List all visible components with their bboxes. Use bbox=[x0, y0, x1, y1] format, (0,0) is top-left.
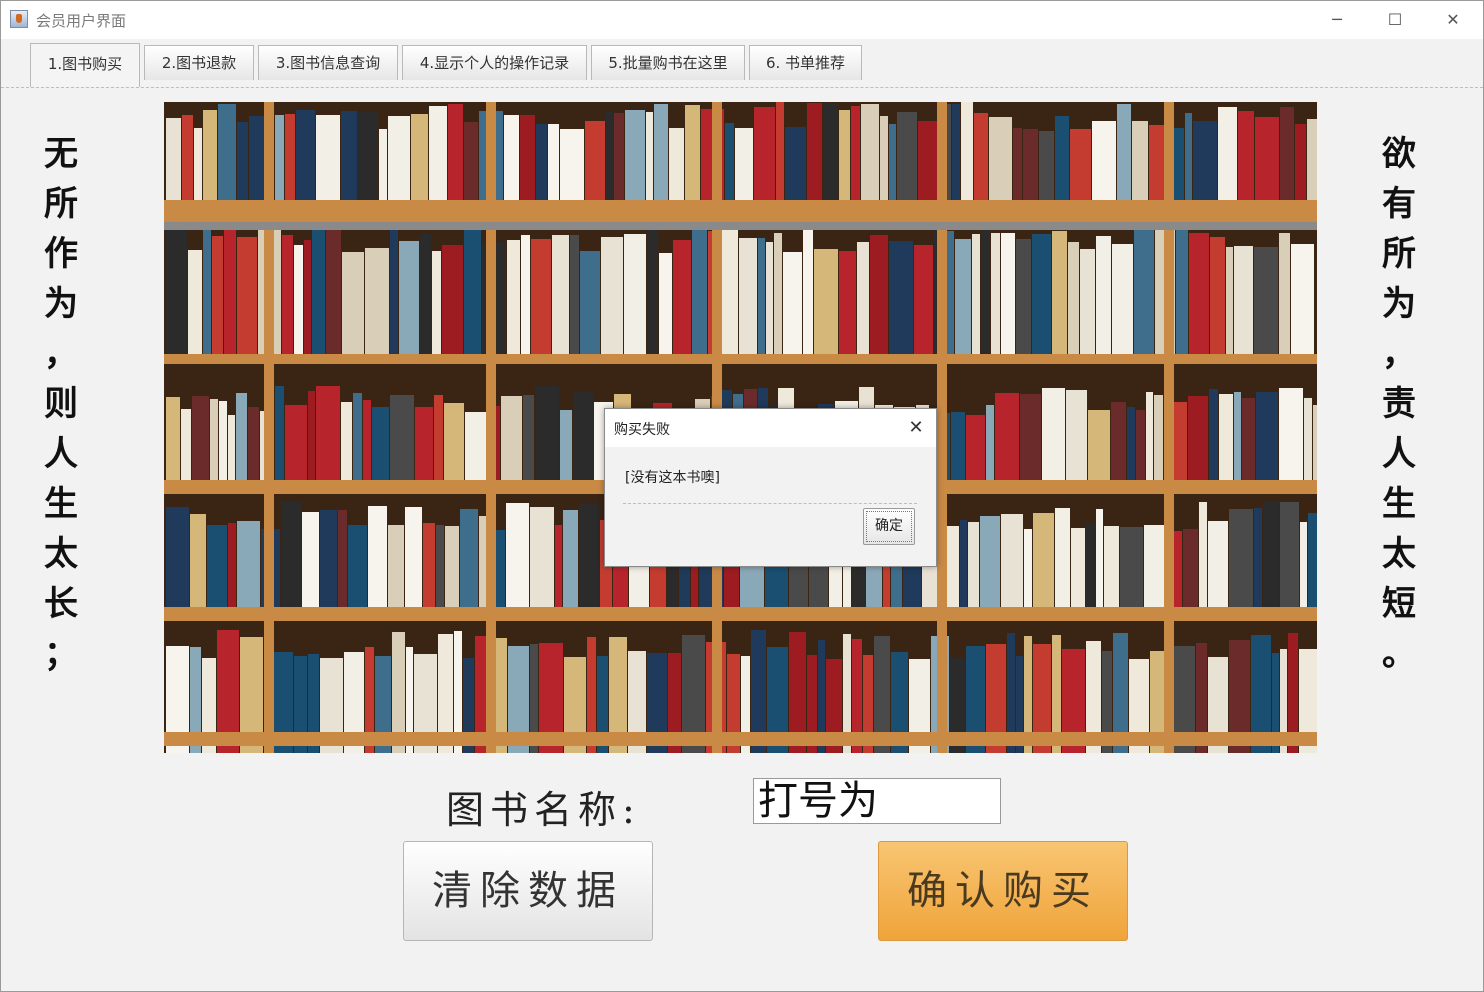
poem-char: 所 bbox=[1382, 234, 1416, 274]
clear-data-button[interactable]: 清除数据 bbox=[403, 841, 653, 941]
close-button[interactable]: ✕ bbox=[1424, 1, 1482, 39]
poem-char: 为 bbox=[1382, 284, 1416, 324]
maximize-button[interactable]: ☐ bbox=[1366, 1, 1424, 39]
tab-book-recommend[interactable]: 6. 书单推荐 bbox=[749, 45, 862, 80]
poem-right: 欲 有 所 为 ， 责 人 生 太 短 。 bbox=[1379, 129, 1419, 679]
confirm-purchase-button[interactable]: 确认购买 bbox=[878, 841, 1128, 941]
poem-char: 欲 bbox=[1382, 134, 1416, 174]
poem-char: 所 bbox=[44, 184, 78, 224]
dialog-ok-button[interactable]: 确定 bbox=[863, 508, 915, 545]
poem-char: ； bbox=[44, 634, 78, 674]
dialog-message: [没有这本书噢] bbox=[625, 470, 720, 486]
poem-char: 长 bbox=[44, 584, 78, 624]
tab-bulk-purchase[interactable]: 5.批量购书在这里 bbox=[591, 45, 745, 80]
poem-char: 则 bbox=[44, 384, 78, 424]
poem-char: 人 bbox=[1382, 434, 1416, 474]
poem-char: 责 bbox=[1382, 384, 1416, 424]
poem-char: 为 bbox=[44, 284, 78, 324]
poem-char: 有 bbox=[1382, 184, 1416, 224]
tab-bar: 1.图书购买 2.图书退款 3.图书信息查询 4.显示个人的操作记录 5.批量购… bbox=[1, 39, 1483, 88]
minimize-button[interactable]: ─ bbox=[1308, 1, 1366, 39]
book-name-label: 图书名称: bbox=[446, 788, 641, 832]
poem-char: 生 bbox=[44, 484, 78, 524]
dialog-title-bar: 购买失败 ✕ bbox=[605, 409, 936, 447]
dialog-close-icon[interactable]: ✕ bbox=[896, 409, 936, 447]
poem-char: 太 bbox=[44, 534, 78, 574]
purchase-failed-dialog: 购买失败 ✕ [没有这本书噢] 确定 bbox=[604, 408, 937, 567]
java-app-icon bbox=[10, 10, 28, 28]
poem-char: 短 bbox=[1382, 584, 1416, 624]
poem-char: 太 bbox=[1382, 534, 1416, 574]
poem-char: ， bbox=[1382, 334, 1416, 374]
poem-char: 人 bbox=[44, 434, 78, 474]
tab-operation-records[interactable]: 4.显示个人的操作记录 bbox=[402, 45, 587, 80]
poem-char: 作 bbox=[44, 234, 78, 274]
dialog-divider bbox=[623, 503, 917, 504]
member-user-window: 会员用户界面 ─ ☐ ✕ 1.图书购买 2.图书退款 3.图书信息查询 4.显示… bbox=[0, 0, 1484, 992]
title-bar: 会员用户界面 ─ ☐ ✕ bbox=[1, 1, 1483, 39]
poem-char: 。 bbox=[1382, 634, 1416, 674]
window-title: 会员用户界面 bbox=[36, 12, 127, 30]
poem-char: ， bbox=[44, 334, 78, 374]
tab-book-purchase[interactable]: 1.图书购买 bbox=[30, 43, 140, 87]
dialog-title: 购买失败 bbox=[614, 422, 670, 438]
tab-book-info-query[interactable]: 3.图书信息查询 bbox=[258, 45, 398, 80]
poem-char: 无 bbox=[44, 134, 78, 174]
book-name-input[interactable]: 打号为 bbox=[753, 778, 1001, 824]
tab-book-refund[interactable]: 2.图书退款 bbox=[144, 45, 254, 80]
poem-char: 生 bbox=[1382, 484, 1416, 524]
poem-left: 无 所 作 为 ， 则 人 生 太 长 ； bbox=[41, 129, 81, 679]
